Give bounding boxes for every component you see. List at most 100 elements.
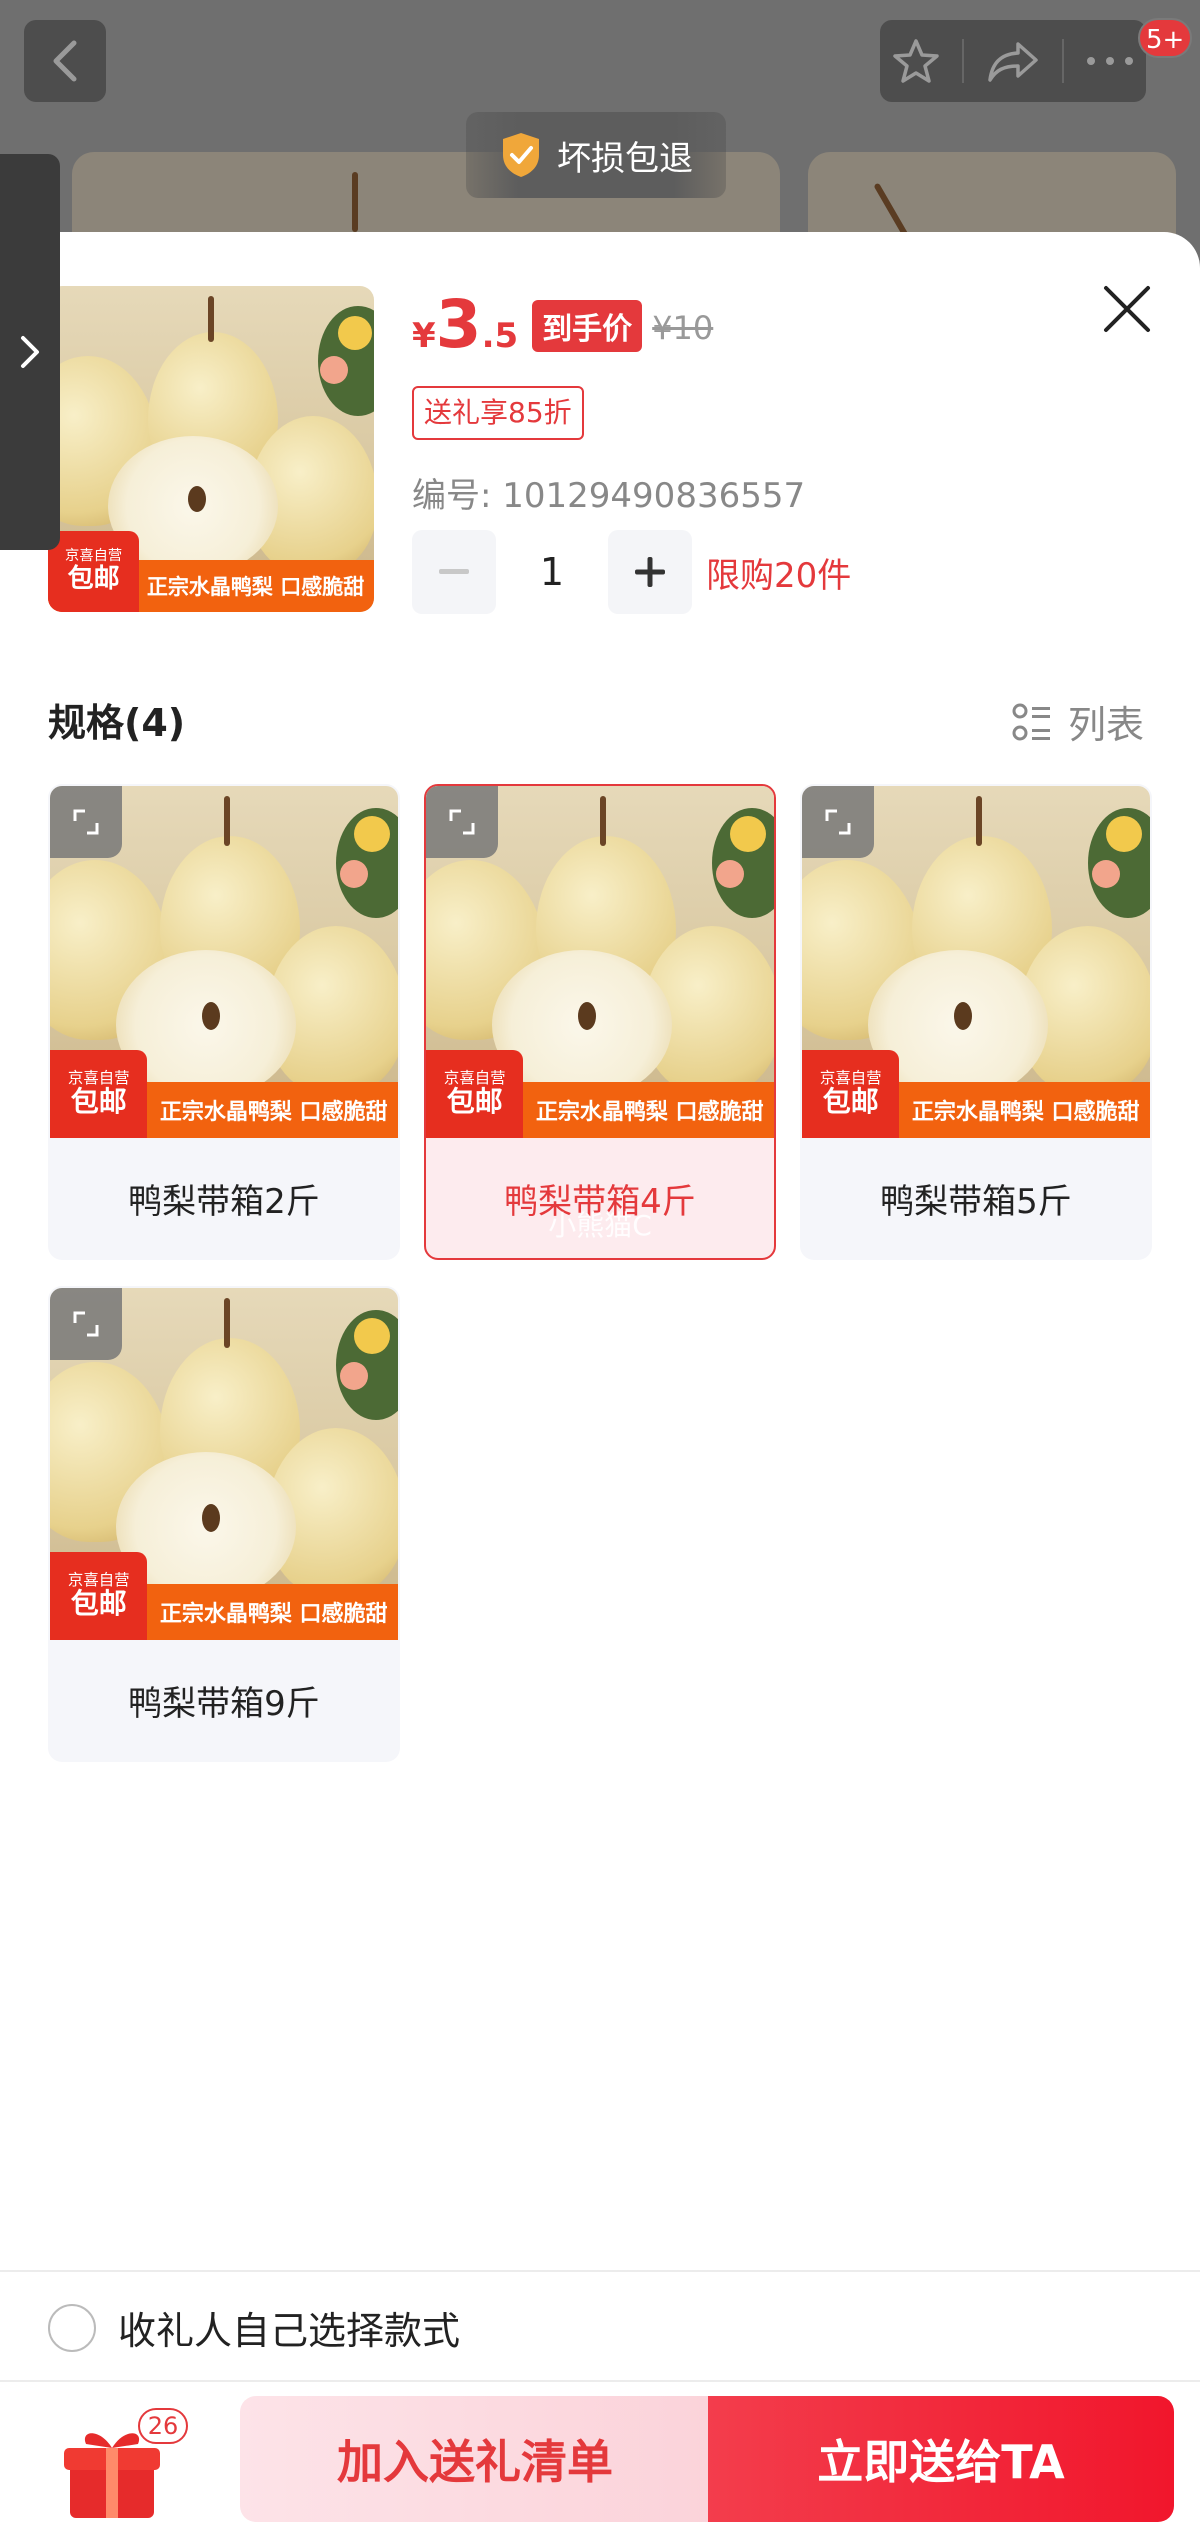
pear-stem (600, 796, 606, 846)
share-icon[interactable] (986, 38, 1040, 84)
guarantee-label: 坏损包退 (557, 138, 693, 179)
product-main-image[interactable]: 正宗水晶鸭梨 口感脆甜 京喜自营 包邮 (48, 286, 374, 612)
free-shipping-text: 包邮 (67, 563, 120, 594)
flower (1092, 860, 1120, 888)
spec-selection-sheet: 正宗水晶鸭梨 口感脆甜 京喜自营 包邮 ¥ 3 .5 到手价 ¥10 送礼享85… (0, 232, 1200, 2540)
divider (0, 2270, 1200, 2272)
spec-option-card[interactable]: 正宗水晶鸭梨 口感脆甜 京喜自营 包邮 鸭梨带箱9斤 (48, 1286, 400, 1762)
quantity-value[interactable]: 1 (496, 550, 608, 594)
recipient-option-label: 收礼人自己选择款式 (118, 2309, 461, 2353)
free-shipping-tag: 京喜自营 包邮 (426, 1050, 524, 1138)
flower (1106, 816, 1142, 852)
spec-option-label: 鸭梨带箱2斤 (128, 1181, 320, 1222)
promo-tag: 送礼享85折 (412, 386, 584, 440)
slogan-text: 正宗水晶鸭梨 口感脆甜 (911, 1099, 1140, 1125)
expand-icon (449, 809, 475, 835)
back-button[interactable] (24, 20, 106, 102)
pear-stem (352, 172, 358, 232)
slogan-text: 正宗水晶鸭梨 口感脆甜 (146, 574, 365, 599)
side-drawer-tab[interactable] (0, 154, 60, 550)
pear-seed (202, 1504, 220, 1532)
divider (962, 39, 965, 83)
spec-option-card-selected[interactable]: 正宗水晶鸭梨 口感脆甜 京喜自营 包邮 鸭梨带箱4斤 小熊猫C (424, 784, 776, 1260)
radio-button[interactable] (48, 2303, 96, 2352)
pear-stem (224, 1298, 230, 1348)
pear-seed (578, 1002, 596, 1030)
pear-seed (188, 486, 206, 512)
price-integer: 3 (435, 286, 482, 363)
more-icon[interactable] (1085, 55, 1135, 67)
flower (354, 1318, 390, 1354)
pear-stem (976, 796, 982, 846)
spec-section-title: 规格(4) (48, 701, 186, 745)
list-view-icon (1012, 703, 1050, 740)
bottom-action-bar: 26 加入送礼清单 立即送给TA (0, 2382, 1200, 2540)
plus-icon (635, 557, 665, 587)
quantity-stepper: 1 限购20件 (412, 530, 851, 614)
decrease-button[interactable] (412, 530, 496, 614)
message-count-badge: 5+ (1138, 18, 1193, 58)
pear-stem (208, 296, 214, 342)
increase-button[interactable] (608, 530, 692, 614)
self-run-text: 京喜自营 (65, 548, 123, 565)
flower (354, 816, 390, 852)
shield-check-icon (503, 133, 539, 177)
spec-option-image: 正宗水晶鸭梨 口感脆甜 京喜自营 包邮 (802, 786, 1150, 1138)
expand-icon (825, 809, 851, 835)
flower (730, 816, 766, 852)
expand-icon (73, 809, 99, 835)
free-shipping-tag: 京喜自营 包邮 (50, 1050, 148, 1138)
spec-option-label: 鸭梨带箱5斤 (880, 1181, 1072, 1222)
watermark-text: 小熊猫C (548, 1209, 652, 1242)
gift-list-count: 26 (138, 2408, 188, 2444)
original-price: ¥10 (652, 309, 714, 347)
free-shipping-text: 包邮 (70, 1085, 127, 1119)
slogan-text: 正宗水晶鸭梨 口感脆甜 (535, 1099, 764, 1125)
send-now-button[interactable]: 立即送给TA (708, 2396, 1174, 2522)
final-price-tag: 到手价 (532, 300, 643, 352)
guarantee-banner: 坏损包退 (466, 112, 726, 198)
flower (338, 316, 372, 350)
add-to-gift-list-button[interactable]: 加入送礼清单 (240, 2396, 710, 2522)
expand-icon (73, 1311, 99, 1337)
spec-option-card[interactable]: 正宗水晶鸭梨 口感脆甜 京喜自营 包邮 鸭梨带箱2斤 (48, 784, 400, 1260)
expand-image-button[interactable] (426, 786, 498, 858)
list-view-toggle[interactable]: 列表 (1012, 694, 1144, 749)
free-shipping-tag: 京喜自营 包邮 (802, 1050, 900, 1138)
pear-stem (224, 796, 230, 846)
expand-image-button[interactable] (50, 786, 122, 858)
recipient-choose-option[interactable]: 收礼人自己选择款式 (48, 2300, 460, 2355)
star-icon[interactable] (891, 36, 941, 86)
price-row: ¥ 3 .5 到手价 ¥10 (412, 292, 713, 360)
spec-option-card[interactable]: 正宗水晶鸭梨 口感脆甜 京喜自营 包邮 鸭梨带箱5斤 (800, 784, 1152, 1260)
pear-seed (202, 1002, 220, 1030)
flower (340, 860, 368, 888)
purchase-limit: 限购20件 (706, 555, 852, 596)
sku-code: 编号: 10129490836557 (412, 476, 806, 516)
top-actions (880, 20, 1146, 102)
free-shipping-text: 包邮 (70, 1587, 127, 1621)
list-view-label: 列表 (1068, 703, 1145, 747)
spec-option-label: 鸭梨带箱9斤 (128, 1683, 320, 1724)
free-shipping-tag: 京喜自营 包邮 (48, 530, 140, 612)
minus-icon (439, 569, 469, 574)
expand-image-button[interactable] (50, 1288, 122, 1360)
price-symbol: ¥ (412, 316, 436, 356)
free-shipping-tag: 京喜自营 包邮 (50, 1552, 148, 1640)
spec-option-image: 正宗水晶鸭梨 口感脆甜 京喜自营 包邮 (50, 786, 398, 1138)
chevron-left-icon (53, 40, 77, 82)
spec-option-image: 正宗水晶鸭梨 口感脆甜 京喜自营 包邮 (426, 786, 774, 1138)
pear-seed (954, 1002, 972, 1030)
free-shipping-text: 包邮 (822, 1085, 879, 1119)
flower (340, 1362, 368, 1390)
price-decimal: .5 (481, 316, 519, 356)
free-shipping-text: 包邮 (446, 1085, 503, 1119)
slogan-text: 正宗水晶鸭梨 口感脆甜 (159, 1601, 388, 1627)
close-icon[interactable] (1098, 280, 1156, 338)
expand-image-button[interactable] (802, 786, 874, 858)
chevron-right-icon (21, 336, 39, 368)
pear-stem (873, 182, 909, 238)
slogan-text: 正宗水晶鸭梨 口感脆甜 (159, 1099, 388, 1125)
spec-option-image: 正宗水晶鸭梨 口感脆甜 京喜自营 包邮 (50, 1288, 398, 1640)
flower (320, 356, 348, 384)
